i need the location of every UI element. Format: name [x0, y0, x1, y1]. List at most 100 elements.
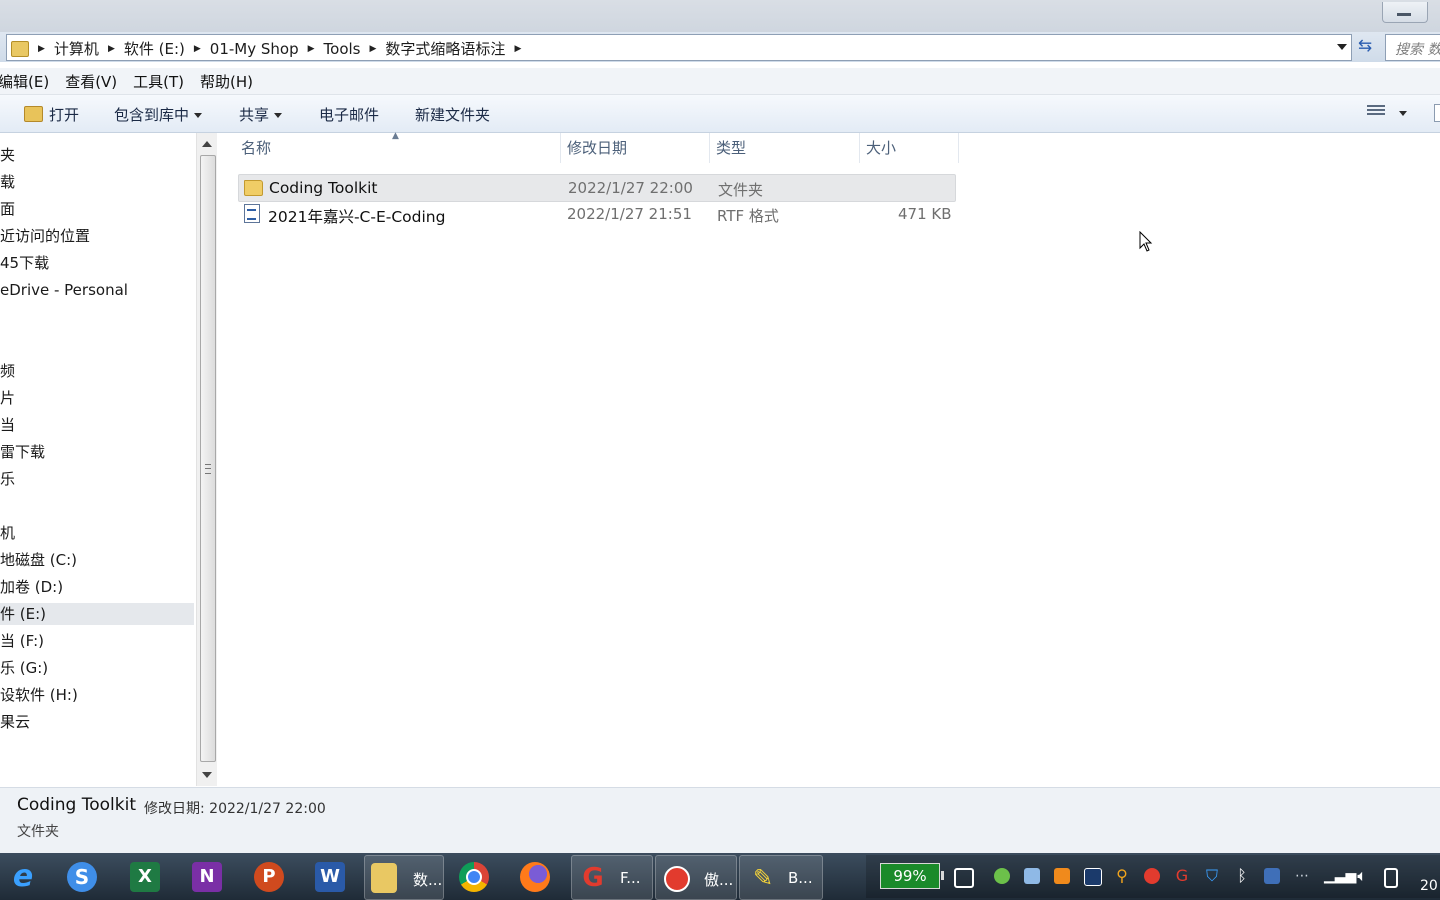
taskbar-app-powerpoint[interactable]: P	[242, 855, 298, 898]
taskbar-app-firefox[interactable]	[508, 855, 564, 898]
record-tray-icon[interactable]	[1144, 868, 1160, 884]
chevron-right-icon[interactable]: ▶	[38, 44, 45, 54]
chevron-right-icon[interactable]: ▶	[108, 44, 115, 54]
network-icon[interactable]: ⋯	[1294, 868, 1310, 884]
nav-item[interactable]: 果云	[0, 711, 30, 733]
nav-item[interactable]: eDrive - Personal	[0, 279, 128, 301]
nav-item[interactable]: 乐	[0, 468, 15, 490]
menu-tools[interactable]: 工具(T)	[133, 71, 184, 92]
nav-item[interactable]: 当	[0, 414, 15, 436]
column-header-type[interactable]: 类型	[716, 133, 746, 163]
email-button[interactable]: 电子邮件	[319, 104, 379, 125]
nav-item[interactable]: 载	[0, 171, 15, 193]
nav-item[interactable]: 片	[0, 387, 15, 409]
scroll-up-icon[interactable]	[202, 141, 212, 147]
file-name: Coding Toolkit	[269, 179, 378, 197]
nav-item[interactable]: 地磁盘 (C:)	[0, 549, 77, 571]
taskbar-app-word[interactable]: W	[303, 855, 359, 898]
nav-item[interactable]: 雷下载	[0, 441, 45, 463]
app-tray-icon[interactable]	[1054, 868, 1070, 884]
column-divider[interactable]	[709, 133, 710, 163]
battery-tray-icon[interactable]	[1384, 868, 1398, 888]
breadcrumb-item-current[interactable]: 数字式缩略语标注	[385, 38, 505, 59]
nav-item[interactable]: 近访问的位置	[0, 225, 90, 247]
chevron-right-icon[interactable]: ▶	[308, 44, 315, 54]
nav-item[interactable]: 加卷 (D:)	[0, 576, 63, 598]
scroll-down-icon[interactable]	[202, 772, 212, 778]
leaf-icon[interactable]	[994, 868, 1010, 884]
open-button[interactable]: 打开	[24, 104, 79, 125]
include-in-library-button[interactable]: 包含到库中	[114, 104, 203, 125]
taskbar-app-recorder[interactable]: 傲...	[655, 855, 737, 900]
breadcrumb-item-drive[interactable]: 软件 (E:)	[124, 38, 185, 59]
navigation-scrollbar[interactable]	[196, 133, 217, 786]
nav-item[interactable]: 45下载	[0, 252, 49, 274]
network-share-icon[interactable]	[1024, 868, 1040, 884]
column-header-size[interactable]: 大小	[866, 133, 896, 163]
taskbar-app-explorer[interactable]: 数...	[364, 855, 444, 900]
taskbar-app-foxit[interactable]: G F...	[571, 855, 653, 900]
nav-item[interactable]: 乐 (G:)	[0, 657, 48, 679]
taskbar-app-excel[interactable]: X	[118, 855, 174, 898]
refresh-button[interactable]: ⇆	[1352, 34, 1378, 59]
clock[interactable]: 20	[1420, 878, 1438, 894]
taskbar-app-ie[interactable]: e	[0, 855, 56, 898]
signal-icon[interactable]: ▁▃▅	[1324, 868, 1356, 884]
search-input[interactable]: 搜索 数	[1385, 34, 1440, 61]
bluetooth-icon[interactable]: ᛒ	[1234, 868, 1250, 884]
chrome-icon	[459, 862, 489, 892]
taskbar-highlighter-label: B...	[788, 869, 813, 887]
file-row[interactable]: Coding Toolkit 2022/1/27 22:00 文件夹	[238, 174, 956, 202]
new-folder-button[interactable]: 新建文件夹	[415, 104, 490, 125]
taskbar-app-sogou[interactable]: S	[58, 855, 114, 898]
breadcrumb-item-computer[interactable]: 计算机	[54, 38, 99, 59]
breadcrumb-item-tools[interactable]: Tools	[324, 40, 361, 58]
chevron-right-icon[interactable]: ▶	[194, 44, 201, 54]
file-type: RTF 格式	[717, 207, 779, 225]
column-divider[interactable]	[859, 133, 860, 163]
volume-icon[interactable]: 🔈︎	[1354, 868, 1370, 884]
nav-item[interactable]: 件 (E:)	[0, 603, 194, 625]
menu-help[interactable]: 帮助(H)	[200, 71, 253, 92]
column-divider[interactable]	[958, 133, 959, 163]
search-icon[interactable]: ⚲	[1114, 868, 1130, 884]
preview-pane-button[interactable]	[1434, 104, 1440, 122]
folder-icon	[244, 180, 263, 196]
menu-view[interactable]: 查看(V)	[65, 71, 117, 92]
app-window-icon[interactable]	[1264, 868, 1280, 884]
chevron-down-icon[interactable]	[1399, 111, 1407, 116]
taskbar-app-chrome[interactable]	[447, 855, 503, 898]
nav-item[interactable]: 面	[0, 198, 15, 220]
foxit-tray-icon[interactable]: G	[1174, 868, 1190, 884]
minimize-button[interactable]	[1382, 2, 1428, 23]
menu-edit[interactable]: 编辑(E)	[0, 71, 49, 92]
file-modified: 2022/1/27 21:51	[567, 205, 692, 223]
word-icon: W	[315, 862, 345, 892]
shield-icon[interactable]: ⛉	[1204, 868, 1220, 884]
taskbar-app-onenote[interactable]: N	[180, 855, 236, 898]
file-row[interactable]: 2021年嘉兴-C-E-Coding 2022/1/27 21:51 RTF 格…	[238, 201, 954, 227]
taskbar-app-highlighter[interactable]: ✎ B...	[739, 855, 823, 900]
file-size: 471 KB	[898, 205, 952, 223]
nav-item[interactable]: 频	[0, 360, 15, 382]
email-label: 电子邮件	[319, 106, 380, 124]
column-divider[interactable]	[560, 133, 561, 163]
column-header-modified[interactable]: 修改日期	[567, 133, 627, 163]
search-placeholder: 搜索 数	[1395, 42, 1440, 58]
nav-item[interactable]: 当 (F:)	[0, 630, 44, 652]
chevron-right-icon[interactable]: ▶	[370, 44, 377, 54]
nav-item[interactable]: 设软件 (H:)	[0, 684, 78, 706]
chevron-right-icon[interactable]: ▶	[514, 44, 521, 54]
share-button[interactable]: 共享	[239, 104, 283, 125]
power-plug-icon[interactable]	[954, 868, 974, 888]
column-header-name[interactable]: 名称	[241, 133, 271, 163]
nav-item[interactable]: 夹	[0, 144, 15, 166]
address-dropdown-icon[interactable]	[1337, 44, 1347, 50]
nav-item[interactable]: 机	[0, 522, 15, 544]
battery-indicator[interactable]: 99%	[880, 863, 944, 889]
address-bar[interactable]: ▶ 计算机 ▶ 软件 (E:) ▶ 01-My Shop ▶ Tools ▶ 数…	[6, 34, 1352, 61]
security-tray-icon[interactable]	[1084, 868, 1102, 886]
scrollbar-thumb[interactable]	[200, 155, 216, 762]
breadcrumb-item-shop[interactable]: 01-My Shop	[210, 40, 299, 58]
view-options-icon[interactable]	[1367, 105, 1385, 119]
